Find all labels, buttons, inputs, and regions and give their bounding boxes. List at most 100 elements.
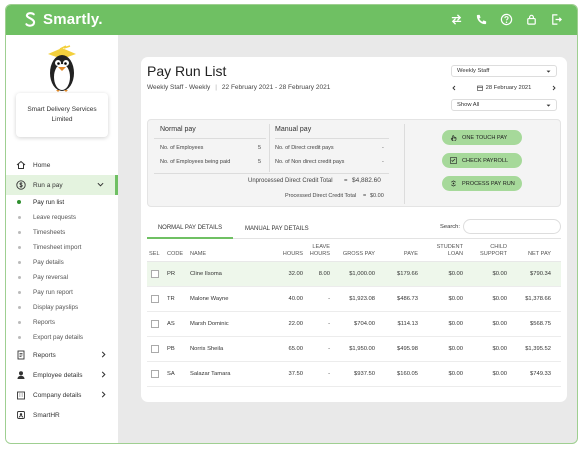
brand[interactable]: Smartly. <box>23 11 103 28</box>
table-row[interactable]: SA Salazar Tamara 37.50 - $937.50 $160.0… <box>147 362 561 387</box>
top-bar: Smartly. <box>6 5 577 35</box>
sidebar-subitem-pay-details[interactable]: Pay details <box>6 255 118 270</box>
brand-name: Smartly. <box>43 11 103 28</box>
date-navigator: 28 February 2021 <box>451 82 557 94</box>
tab-manual-pay-details[interactable]: MANUAL PAY DETAILS <box>245 219 309 239</box>
sidebar-item-label: Employee details <box>33 371 83 379</box>
row-checkbox[interactable] <box>151 320 159 328</box>
manual-pay-heading: Manual pay <box>275 126 312 133</box>
bullet-icon <box>18 246 21 249</box>
col-sel: SEL <box>149 251 160 257</box>
sidebar-item-label: Home <box>33 161 51 169</box>
sidebar-item-label: SmartHR <box>33 411 60 419</box>
sidebar-subitem-display-payslips[interactable]: Display payslips <box>6 300 118 315</box>
pay-period-heading: Weekly Staff - Weekly | 22 February 2021… <box>147 84 330 91</box>
divider <box>269 124 270 172</box>
process-icon <box>450 180 457 187</box>
sidebar-subitem-pay-reversal[interactable]: Pay reversal <box>6 270 118 285</box>
bullet-icon <box>18 321 21 324</box>
arrow-right-icon[interactable] <box>551 85 557 91</box>
col-hours: HOURS <box>282 251 303 257</box>
sidebar-subitem-export-pay-details[interactable]: Export pay details <box>6 330 118 345</box>
sidebar-item-home[interactable]: Home <box>6 155 118 175</box>
processed-eq: = <box>363 193 367 199</box>
sidebar-item-company-details[interactable]: Company details <box>6 385 118 405</box>
user-icon <box>16 370 26 380</box>
normal-pay-heading: Normal pay <box>160 126 196 133</box>
sidebar-item-reports[interactable]: Reports <box>6 345 118 365</box>
table-row[interactable]: PR Cline Ilsoma 32.00 8.00 $1,000.00 $17… <box>147 262 561 287</box>
show-select[interactable]: Show All <box>451 99 557 111</box>
divider <box>154 138 266 139</box>
check-payroll-button[interactable]: CHECK PAYROLL <box>442 153 522 168</box>
col-leave-hours: LEAVE HOURS <box>309 244 330 257</box>
company-card[interactable]: Smart Delivery Services Limited <box>16 93 108 137</box>
chevron-right-icon <box>100 371 107 378</box>
date-picker[interactable]: 28 February 2021 <box>476 85 531 91</box>
col-net-pay: NET PAY <box>527 251 551 257</box>
swap-icon[interactable] <box>450 13 463 26</box>
staff-select[interactable]: Weekly Staff <box>451 65 557 77</box>
sidebar-nav: Home Run a pay Pay run list Leave reques… <box>6 155 118 425</box>
arrow-left-icon[interactable] <box>451 85 457 91</box>
bullet-icon <box>18 291 21 294</box>
bullet-icon <box>17 200 21 204</box>
sidebar-item-label: Company details <box>33 391 82 399</box>
sidebar-item-smarthr[interactable]: SmartHR <box>6 405 118 425</box>
col-gross-pay: GROSS PAY <box>342 251 375 257</box>
bullet-icon <box>18 261 21 264</box>
divider <box>154 173 389 174</box>
hand-icon <box>450 134 457 141</box>
dollar-icon <box>16 180 26 190</box>
sidebar-item-label: Reports <box>33 351 56 359</box>
process-pay-run-button[interactable]: PROCESS PAY RUN <box>442 176 522 191</box>
sidebar-subitem-timesheet-import[interactable]: Timesheet import <box>6 240 118 255</box>
bullet-icon <box>18 336 21 339</box>
pay-summary-panel: Normal pay No. of Employees 5 No. of Emp… <box>147 119 561 207</box>
table-row[interactable]: PB Norris Sheila 65.00 - $1,950.00 $495.… <box>147 337 561 362</box>
report-icon <box>16 350 26 360</box>
tab-normal-pay-details[interactable]: NORMAL PAY DETAILS <box>147 219 233 239</box>
col-child-support: CHILD SUPPORT <box>480 244 507 257</box>
chevron-right-icon <box>100 351 107 358</box>
row-checkbox[interactable] <box>151 370 159 378</box>
sidebar-subitem-pay-run-list[interactable]: Pay run list <box>6 195 118 210</box>
logout-icon[interactable] <box>550 13 563 26</box>
sidebar-subitem-leave-requests[interactable]: Leave requests <box>6 210 118 225</box>
employees-paid-label: No. of Employees being paid <box>160 159 231 165</box>
sidebar-item-employee-details[interactable]: Employee details <box>6 365 118 385</box>
employees-value: 5 <box>258 145 262 151</box>
table-row[interactable]: TR Malone Wayne 40.00 - $1,923.08 $486.7… <box>147 287 561 312</box>
col-student-loan: STUDENT LOAN <box>436 244 463 257</box>
home-icon <box>16 160 26 170</box>
app-window: Smartly. Smart Delivery Services Limited <box>5 4 578 444</box>
sidebar-subitem-timesheets[interactable]: Timesheets <box>6 225 118 240</box>
sidebar-subitem-pay-run-report[interactable]: Pay run report <box>6 285 118 300</box>
help-icon[interactable] <box>500 13 513 26</box>
divider <box>275 138 389 139</box>
table-row[interactable]: AS Marsh Dominic 22.00 - $704.00 $114.13… <box>147 312 561 337</box>
sidebar-item-run-a-pay[interactable]: Run a pay <box>6 175 118 195</box>
caret-down-icon <box>546 69 551 74</box>
employees-label: No. of Employees <box>160 145 204 151</box>
phone-icon[interactable] <box>475 13 488 26</box>
company-name: Smart Delivery Services Limited <box>27 106 97 123</box>
search-input[interactable] <box>463 219 561 234</box>
calendar-icon <box>476 85 483 91</box>
page-title: Pay Run List <box>147 63 227 79</box>
pay-run-card: Pay Run List Weekly Staff - Weekly | 22 … <box>141 57 567 402</box>
penguin-mascot-icon <box>48 45 76 92</box>
non-direct-credit-label: No. of Non direct credit pays <box>275 159 345 165</box>
unprocessed-label: Unprocessed Direct Credit Total <box>248 178 333 184</box>
sidebar: Smart Delivery Services Limited Home Run… <box>6 35 118 443</box>
row-checkbox[interactable] <box>151 345 159 353</box>
filters: Weekly Staff 28 February 2021 Show All <box>451 65 557 116</box>
one-touch-pay-button[interactable]: ONE TOUCH PAY <box>442 130 522 145</box>
row-checkbox[interactable] <box>151 270 159 278</box>
lock-icon[interactable] <box>525 13 538 26</box>
bullet-icon <box>18 231 21 234</box>
row-checkbox[interactable] <box>151 295 159 303</box>
sidebar-subitem-reports[interactable]: Reports <box>6 315 118 330</box>
col-paye: PAYE <box>403 251 418 257</box>
divider: | <box>215 84 217 91</box>
